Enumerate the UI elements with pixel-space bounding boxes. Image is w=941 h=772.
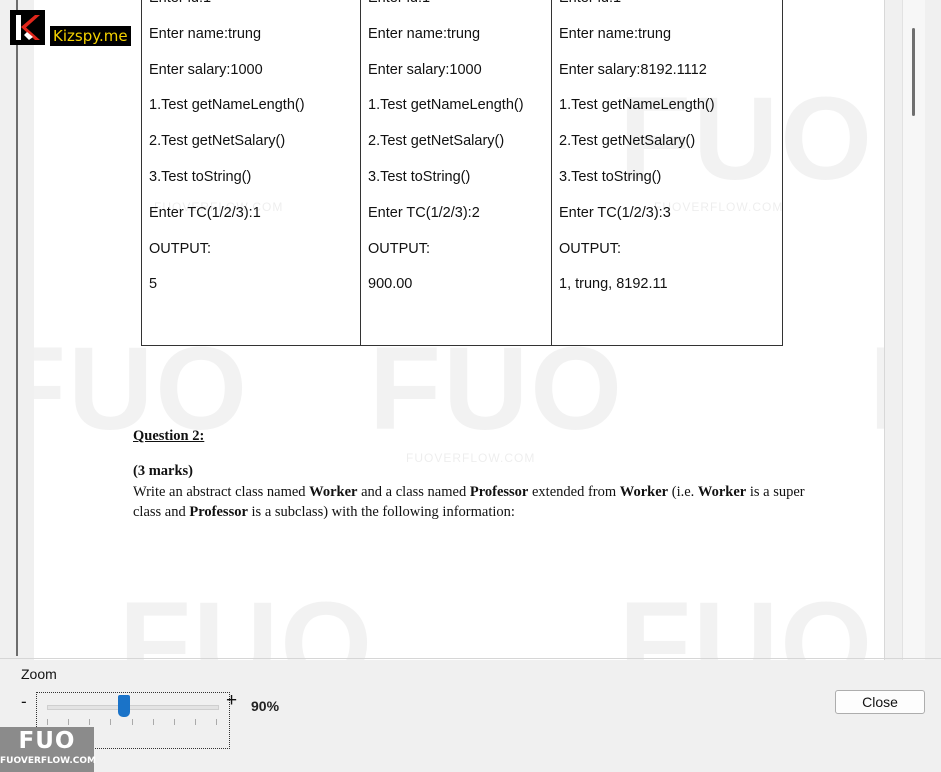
cell-line: 2.Test getNetSalary()	[559, 133, 696, 150]
vertical-scrollbar[interactable]	[902, 0, 925, 660]
document-viewer: FUO FUO FUO FUO FUO FUO FUOVERFLOW.COM F…	[0, 0, 941, 660]
cell-line: OUTPUT:	[368, 240, 431, 257]
cell-line: Enter id:1	[149, 0, 353, 17]
cell-line: 900.00	[368, 276, 413, 293]
zoom-value: 90%	[251, 698, 280, 714]
kizspy-logo-icon	[10, 10, 45, 45]
fuoverflow-badge: FUO FUOVERFLOW.COM	[0, 727, 96, 772]
zoom-out-label: -	[21, 692, 27, 711]
watermark-text: FUO	[869, 330, 884, 448]
cell-line: Enter id:1	[559, 0, 775, 17]
cell-line: Enter name:trung	[149, 25, 262, 42]
cell-line: OUTPUT:	[149, 240, 212, 257]
cell-line: Enter salary:1000	[149, 61, 263, 78]
table-row: Enter id:1 Enter name:trung Enter salary…	[141, 0, 783, 347]
question-text: Write an abstract class named Worker and…	[133, 484, 805, 520]
cell-line: 3.Test toString()	[559, 168, 662, 185]
cell-line: Enter id:1	[368, 0, 544, 17]
slider-track[interactable]	[47, 705, 219, 710]
slider-thumb[interactable]	[117, 695, 130, 717]
table-cell: Enter id:1 Enter name:trung Enter salary…	[141, 0, 361, 347]
test-case-table: Enter id:1 Enter name:trung Enter salary…	[141, 0, 783, 347]
divider	[0, 658, 941, 659]
watermark-text: FUO	[119, 578, 375, 660]
cell-line: Enter TC(1/2/3):2	[368, 204, 480, 221]
cell-line: 1.Test getNameLength()	[368, 97, 524, 114]
cell-line: Enter TC(1/2/3):3	[559, 204, 671, 221]
table-cell: Enter id:1 Enter name:trung Enter salary…	[360, 0, 552, 347]
question-title: Question 2:	[133, 428, 205, 444]
cell-line: 5	[149, 276, 158, 293]
cell-line: Enter salary:1000	[368, 61, 482, 78]
watermark-text: FUO	[619, 578, 875, 660]
question-marks: (3 marks)	[133, 463, 194, 479]
cell-line: 3.Test toString()	[368, 168, 471, 185]
close-button[interactable]: Close	[835, 690, 925, 714]
cell-line: Enter salary:8192.1112	[559, 61, 707, 78]
cell-line: 2.Test getNetSalary()	[368, 133, 505, 150]
cell-line: Enter name:trung	[368, 25, 481, 42]
slider-ticks	[47, 719, 217, 725]
cell-line: 1.Test getNameLength()	[559, 97, 715, 114]
badge-logo-text: FUO	[18, 728, 76, 754]
site-label: Kizspy.me	[50, 26, 131, 46]
zoom-label: Zoom	[21, 666, 57, 682]
badge-site-text: FUOVERFLOW.COM	[0, 756, 96, 766]
cell-line: Enter name:trung	[559, 25, 672, 42]
zoom-in-label: +	[226, 690, 238, 711]
cell-line: 1.Test getNameLength()	[149, 97, 305, 114]
viewer-left-border	[16, 0, 18, 656]
question-section: Question 2: (3 marks) Write an abstract …	[133, 428, 813, 522]
cell-line: OUTPUT:	[559, 240, 622, 257]
table-cell: Enter id:1 Enter name:trung Enter salary…	[551, 0, 783, 347]
cell-line: 1, trung, 8192.11	[559, 276, 668, 293]
cell-line: 3.Test toString()	[149, 168, 252, 185]
cell-line: 2.Test getNetSalary()	[149, 133, 286, 150]
scrollbar-thumb[interactable]	[912, 28, 915, 116]
cell-line: Enter TC(1/2/3):1	[149, 204, 261, 221]
document-page: FUO FUO FUO FUO FUO FUO FUOVERFLOW.COM F…	[34, 0, 885, 660]
